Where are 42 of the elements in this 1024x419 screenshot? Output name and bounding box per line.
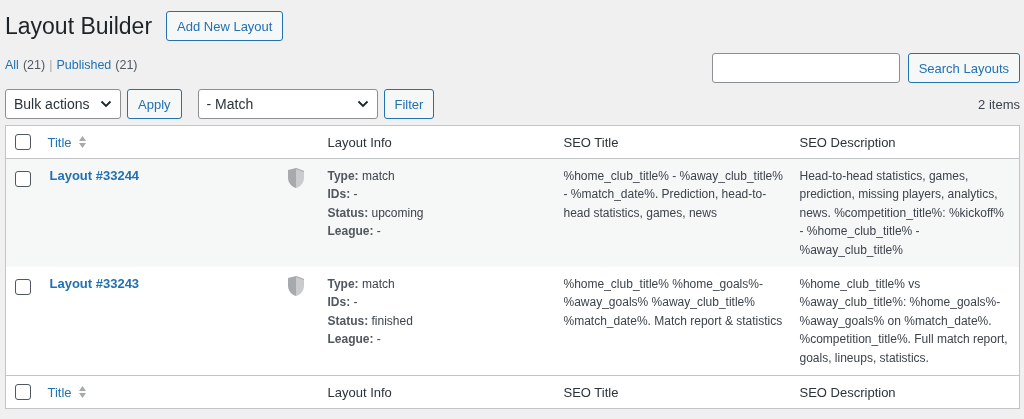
item-count: 2 items xyxy=(978,96,1020,112)
filter-button[interactable]: Filter xyxy=(383,89,435,119)
column-header: SEO Title xyxy=(563,384,619,400)
info-line: Status: finished xyxy=(327,312,414,330)
column-header: SEO Description xyxy=(799,384,896,400)
checkbox[interactable] xyxy=(15,170,31,187)
seo-description-text: Head-to-head statistics, games, prediction, missing players, analytics, news. %competition_title%: %kickoff% - %home_club_title% - %away_club_title% xyxy=(799,169,1005,257)
info-line: IDs: - xyxy=(327,294,359,312)
separator: | xyxy=(49,58,53,72)
column-header: Layout Info xyxy=(327,384,392,400)
info-line: IDs: - xyxy=(327,186,359,204)
info-line: Status: upcoming xyxy=(327,204,425,222)
layout-title-link[interactable]: Layout #33243 xyxy=(47,275,140,298)
column-header: Layout Info xyxy=(327,134,392,150)
seo-title-text: %home_club_title% %home_goals%-%away_goals% %away_club_title% %match_date%. Match report & statistics xyxy=(563,277,783,328)
add-new-button[interactable]: Add New Layout xyxy=(166,11,284,41)
seo-description-text: %home_club_title% vs %away_club_title%: %home_goals%-%away_goals% on %match_date%. %competition_title%. Full match report, goals, lineups, statistics. xyxy=(799,277,1008,365)
page-title: Layout Builder xyxy=(5,12,153,40)
caret-icon xyxy=(100,100,112,108)
bulk-actions-dropdown[interactable]: Bulk actions xyxy=(5,89,121,119)
checkbox[interactable] xyxy=(15,384,31,401)
view-link[interactable]: Published xyxy=(56,58,112,72)
view-count: (21) xyxy=(22,58,46,72)
search-field[interactable] xyxy=(711,53,900,83)
column-header: SEO Title xyxy=(563,134,619,150)
info-line: Type: match xyxy=(327,168,396,185)
apply-button[interactable]: Apply xyxy=(127,89,182,119)
info-line: League: - xyxy=(327,331,382,349)
layout-title-link[interactable]: Layout #33244 xyxy=(47,167,140,189)
view-count: (21) xyxy=(115,58,138,72)
column-header[interactable]: Title xyxy=(47,134,72,150)
checkbox[interactable] xyxy=(15,134,31,151)
seo-title-text: %home_club_title% - %away_club_title% - %match_date%. Prediction, head-to-head statistics, games, news xyxy=(563,169,783,220)
filter-dropdown[interactable]: - Match xyxy=(197,89,378,119)
view-link[interactable]: All xyxy=(5,58,19,72)
checkbox[interactable] xyxy=(15,278,31,295)
column-header[interactable]: Title xyxy=(47,384,72,400)
caret-icon xyxy=(356,100,369,108)
info-line: Type: match xyxy=(327,276,396,294)
search-button[interactable]: Search Layouts xyxy=(907,53,1020,83)
column-header: SEO Description xyxy=(799,134,896,150)
info-line: League: - xyxy=(327,223,382,241)
